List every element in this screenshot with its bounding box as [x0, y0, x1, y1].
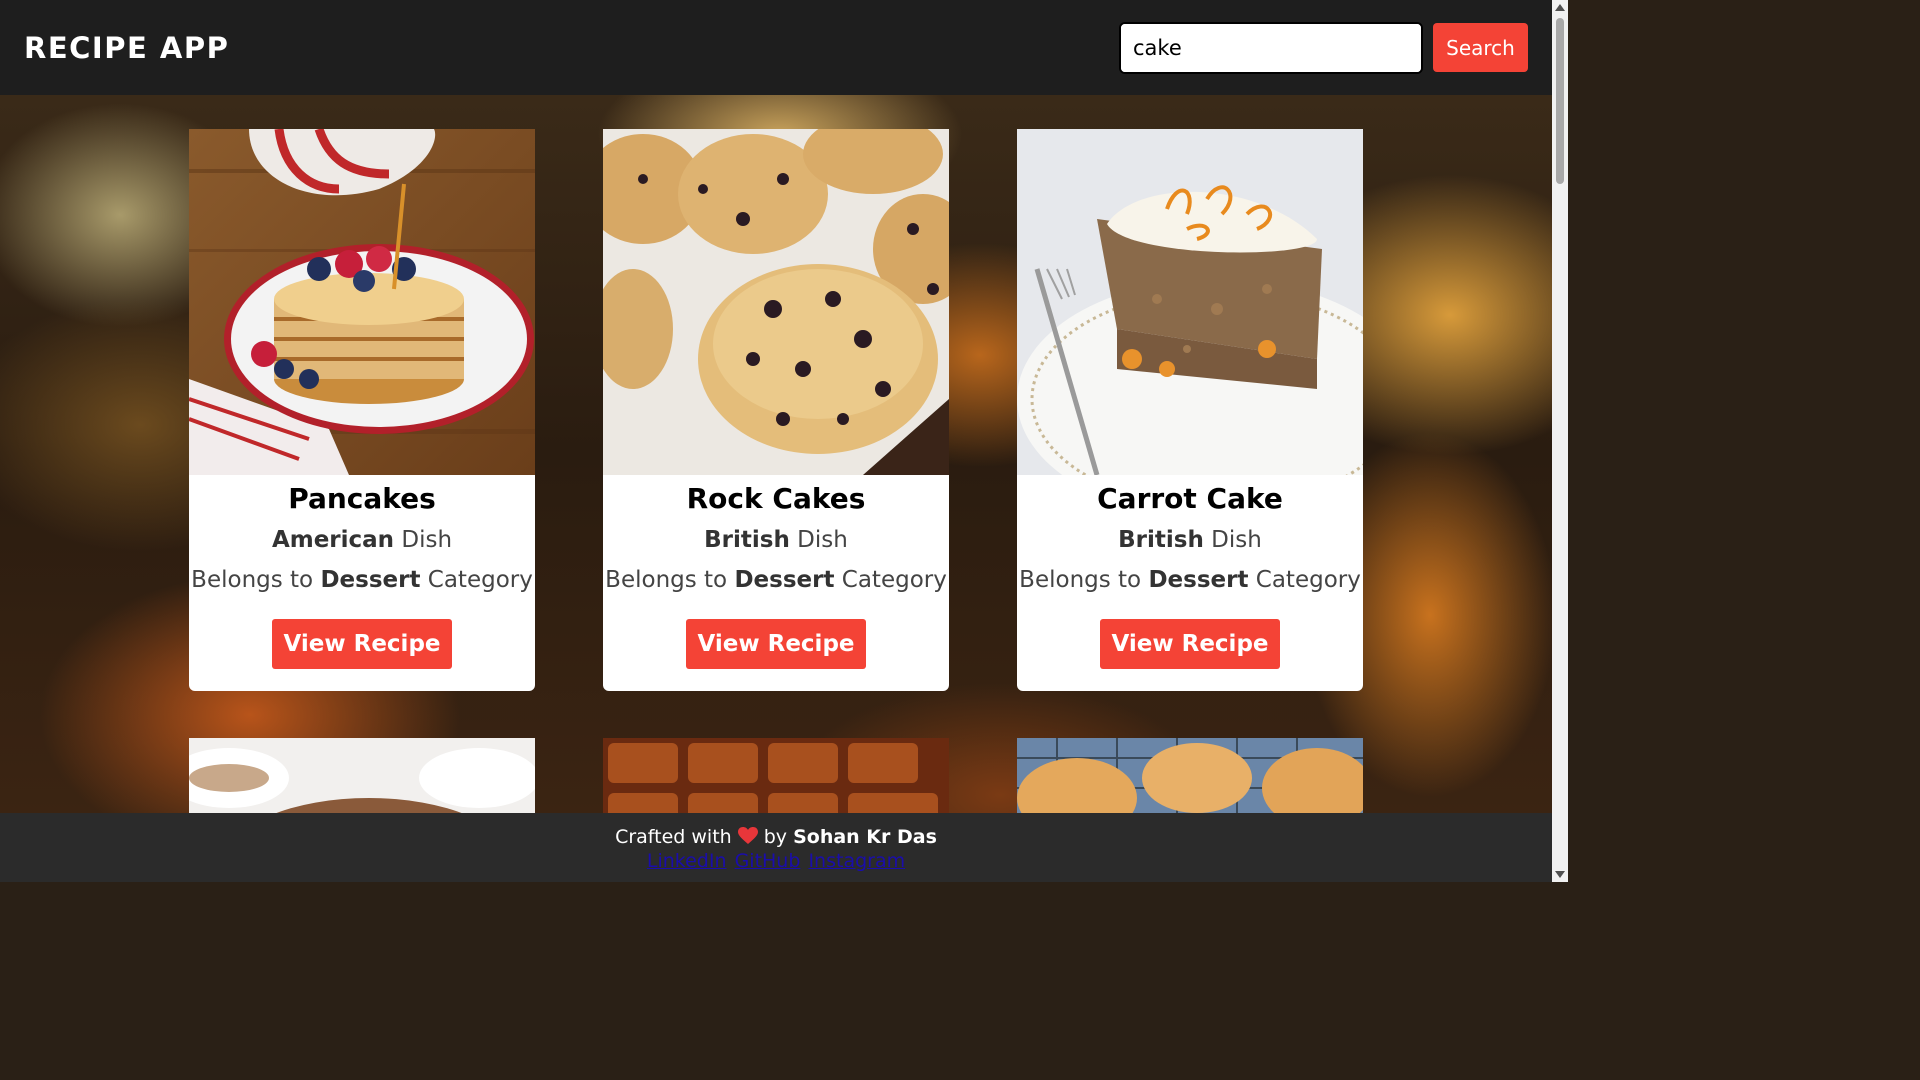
app-title: RECIPE APP: [24, 30, 230, 65]
area-suffix: Dish: [797, 527, 848, 553]
view-recipe-button[interactable]: View Recipe: [272, 619, 452, 669]
area-suffix: Dish: [401, 527, 453, 553]
recipe-category: Belongs to Dessert Category: [1017, 565, 1363, 595]
category-suffix: Category: [1255, 567, 1361, 593]
recipe-category: Belongs to Dessert Category: [603, 565, 949, 595]
recipe-image-rock-cakes: [603, 129, 949, 475]
recipe-area: British Dish: [1017, 525, 1363, 555]
category-suffix: Category: [427, 567, 533, 593]
scroll-up-icon[interactable]: [1555, 4, 1565, 11]
scrollbar[interactable]: [1552, 0, 1568, 882]
scroll-thumb[interactable]: [1556, 18, 1564, 184]
category-prefix: Belongs to: [1019, 567, 1142, 593]
footer: Crafted with by Sohan Kr Das LinkedIn Git…: [0, 813, 1552, 882]
footer-credit: Crafted with by Sohan Kr Das: [0, 825, 1552, 849]
recipe-image-pancakes: [189, 129, 535, 475]
recipe-title: Rock Cakes: [686, 482, 866, 515]
search-button[interactable]: Search: [1433, 23, 1528, 72]
category-prefix: Belongs to: [191, 567, 314, 593]
recipe-card: Rock Cakes British Dish Belongs to Desse…: [603, 129, 949, 691]
category-prefix: Belongs to: [605, 567, 728, 593]
linkedin-link[interactable]: LinkedIn: [647, 850, 727, 872]
recipe-title: Carrot Cake: [1097, 482, 1283, 515]
recipe-area: American Dish: [189, 525, 535, 555]
footer-crafted: Crafted with: [615, 826, 732, 848]
recipe-card: Pancakes American Dish Belongs to Desser…: [189, 129, 535, 691]
heart-icon: [737, 827, 758, 844]
recipe-category: Belongs to Dessert Category: [189, 565, 535, 595]
category-name: Dessert: [320, 567, 421, 593]
github-link[interactable]: GitHub: [735, 850, 801, 872]
footer-links: LinkedIn GitHub Instagram: [0, 849, 1552, 873]
category-name: Dessert: [1148, 567, 1249, 593]
scroll-down-icon[interactable]: [1555, 871, 1565, 878]
footer-by: by: [763, 826, 788, 848]
search-input[interactable]: [1119, 21, 1423, 74]
recipe-card: Carrot Cake British Dish Belongs to Dess…: [1017, 129, 1363, 691]
area-name: American: [271, 527, 395, 553]
view-recipe-button[interactable]: View Recipe: [1100, 619, 1280, 669]
search-form: Search: [1119, 21, 1528, 74]
footer-author: Sohan Kr Das: [793, 826, 937, 848]
category-suffix: Category: [841, 567, 947, 593]
view-recipe-button[interactable]: View Recipe: [686, 619, 866, 669]
recipe-area: British Dish: [603, 525, 949, 555]
area-name: British: [704, 527, 790, 553]
area-suffix: Dish: [1211, 527, 1262, 553]
recipe-title: Pancakes: [288, 482, 436, 515]
instagram-link[interactable]: Instagram: [808, 850, 905, 872]
area-name: British: [1118, 527, 1204, 553]
recipe-grid: Pancakes American Dish Belongs to Desser…: [189, 129, 1363, 858]
recipe-image-carrot-cake: [1017, 129, 1363, 475]
app-header: RECIPE APP Search: [0, 0, 1552, 95]
category-name: Dessert: [734, 567, 835, 593]
